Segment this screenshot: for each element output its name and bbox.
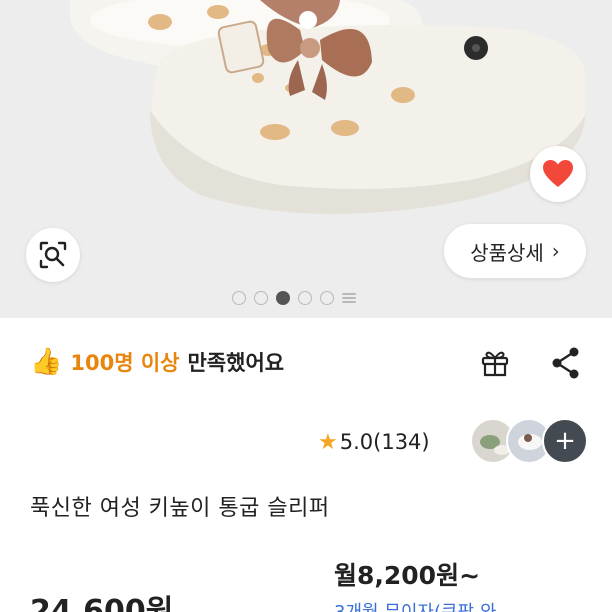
carousel-dot[interactable]	[254, 291, 268, 305]
wishlist-button[interactable]	[530, 146, 586, 202]
share-icon[interactable]	[550, 346, 582, 380]
plus-icon: +	[554, 426, 576, 456]
gift-icon[interactable]	[478, 346, 512, 380]
product-detail-label: 상품상세	[470, 240, 544, 265]
satisfaction-banner: 👍 100명 이상 만족했어요	[30, 342, 284, 382]
satisfaction-text: 만족했어요	[187, 351, 285, 375]
star-icon: ★	[318, 429, 338, 455]
chevron-right-icon: ›	[551, 239, 560, 263]
product-detail-button[interactable]: 상품상세 ›	[444, 224, 586, 278]
satisfaction-count: 100명 이상	[70, 351, 180, 375]
carousel-list-icon[interactable]	[342, 291, 356, 305]
installment-link[interactable]: 3개월 무이자(쿠팡 와	[334, 598, 496, 612]
carousel-indicator[interactable]	[232, 289, 356, 307]
more-review-photos-button[interactable]: +	[542, 418, 588, 464]
carousel-dot-active[interactable]	[276, 291, 290, 305]
review-photo-thumbnails[interactable]: +	[470, 418, 590, 466]
product-title: 푹신한 여성 키높이 통굽 슬리퍼	[30, 496, 330, 521]
carousel-dot[interactable]	[320, 291, 334, 305]
carousel-dot[interactable]	[298, 291, 312, 305]
product-price: 24,600원	[30, 594, 174, 612]
review-count: (134)	[373, 430, 430, 454]
rating-summary[interactable]: ★ 5.0 (134)	[318, 424, 430, 460]
monthly-price: 월8,200원~	[334, 561, 481, 590]
product-image-carousel[interactable]: 상품상세 ›	[0, 0, 612, 318]
carousel-dot[interactable]	[232, 291, 246, 305]
image-search-icon	[39, 241, 67, 269]
rating-score: 5.0	[339, 430, 374, 454]
thumbs-up-icon: 👍	[30, 347, 63, 377]
heart-icon	[543, 160, 573, 187]
image-zoom-button[interactable]	[26, 228, 80, 282]
